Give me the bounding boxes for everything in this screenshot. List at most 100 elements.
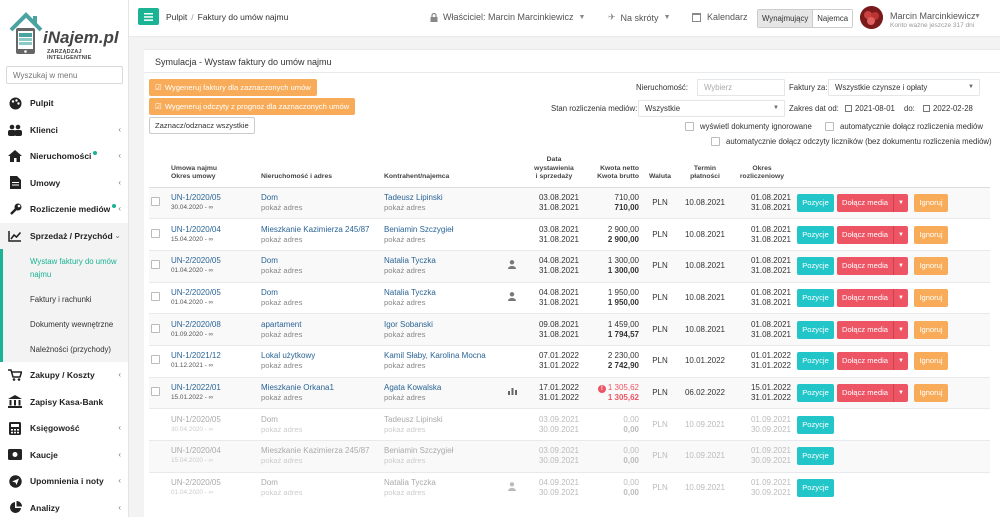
positions-button[interactable]: Pozycje xyxy=(797,447,834,466)
sidebar-item-a1[interactable]: Zapisy Kasa-Bank xyxy=(0,389,128,416)
attach-media-caret-icon[interactable]: ▼ xyxy=(893,288,908,307)
positions-button[interactable]: Pozycje xyxy=(797,225,834,244)
show-contractor-address-link[interactable]: pokaż adres xyxy=(384,456,425,465)
invoice-for-select[interactable]: Wszystkie czynsze i opłaty ▼ xyxy=(828,79,980,96)
attach-media-caret-icon[interactable]: ▼ xyxy=(893,320,908,339)
show-contractor-address-link[interactable]: pokaż adres xyxy=(384,235,425,244)
contract-link[interactable]: UN-1/2022/01 xyxy=(171,383,221,392)
menu-toggle-button[interactable] xyxy=(138,8,159,25)
header-dates[interactable]: Data wystawienia i sprzedaży xyxy=(527,156,581,188)
date-to-input[interactable]: 2022-02-28 xyxy=(923,104,973,113)
property-link[interactable]: Dom xyxy=(261,193,278,202)
property-link[interactable]: Dom xyxy=(261,256,278,265)
positions-button[interactable]: Pozycje xyxy=(797,257,834,276)
ignore-button[interactable]: Ignoruj xyxy=(914,383,948,402)
positions-button[interactable]: Pozycje xyxy=(797,383,834,402)
contract-link[interactable]: UN-1/2020/04 xyxy=(171,225,221,234)
header-property[interactable]: Nieruchomość i adres xyxy=(259,156,382,188)
ignore-button[interactable]: Ignoruj xyxy=(914,193,948,212)
header-currency[interactable]: Waluta xyxy=(641,156,679,188)
owner-dropdown[interactable]: Właściciel: Marcin Marcinkiewicz ▼ xyxy=(430,12,585,22)
attach-media-button[interactable]: Dołącz media xyxy=(837,352,893,371)
row-checkbox[interactable] xyxy=(151,323,160,333)
menu-search-input[interactable] xyxy=(6,66,123,84)
date-from-input[interactable]: 2021-08-01 xyxy=(845,104,895,113)
user-caret-icon[interactable]: ▼ xyxy=(974,13,981,20)
role-landlord-button[interactable]: Wynajmujący xyxy=(758,10,813,27)
breadcrumb-link-pulpit[interactable]: Pulpit xyxy=(166,12,187,22)
show-ignored-checkbox[interactable] xyxy=(685,122,694,131)
sidebar-subitem-2[interactable]: Dokumenty wewnętrzne xyxy=(3,312,128,337)
show-address-link[interactable]: pokaż adres xyxy=(261,361,302,370)
property-link[interactable]: Mieszkanie Orkana1 xyxy=(261,383,334,392)
show-contractor-address-link[interactable]: pokaż adres xyxy=(384,425,425,434)
show-address-link[interactable]: pokaż adres xyxy=(261,235,302,244)
attach-media-caret-icon[interactable]: ▼ xyxy=(893,257,908,276)
show-address-link[interactable]: pokaż adres xyxy=(261,488,302,497)
role-tenant-button[interactable]: Najemca xyxy=(812,10,853,27)
show-address-link[interactable]: pokaż adres xyxy=(261,456,302,465)
show-address-link[interactable]: pokaż adres xyxy=(261,298,302,307)
attach-media-caret-icon[interactable]: ▼ xyxy=(893,193,908,212)
positions-button[interactable]: Pozycje xyxy=(797,320,834,339)
sidebar-item-4[interactable]: Rozliczenie mediów ‹ xyxy=(0,196,128,223)
property-link[interactable]: Mieszkanie Kazimierza 245/87 xyxy=(261,446,370,455)
select-all-button[interactable]: Zaznacz/odznacz wszystkie xyxy=(149,117,255,134)
positions-button[interactable]: Pozycje xyxy=(797,193,834,212)
attach-media-button[interactable]: Dołącz media xyxy=(837,320,893,339)
contract-link[interactable]: UN-2/2020/08 xyxy=(171,320,221,329)
header-contractor[interactable]: Kontrahent/najemca xyxy=(382,156,497,188)
property-link[interactable]: Dom xyxy=(261,478,278,487)
header-amount[interactable]: Kwota netto Kwota brutto xyxy=(581,156,641,188)
property-link[interactable]: Dom xyxy=(261,288,278,297)
positions-button[interactable]: Pozycje xyxy=(797,352,834,371)
bar-chart-icon[interactable] xyxy=(507,387,517,396)
media-status-select[interactable]: Wszystkie ▼ xyxy=(638,100,785,117)
property-link[interactable]: apartament xyxy=(261,320,301,329)
generate-invoices-button[interactable]: ☑ Wygeneruj faktury dla zaznaczonych umów xyxy=(149,79,317,96)
calendar-link[interactable]: Kalendarz xyxy=(692,12,748,22)
sidebar-subitem-1[interactable]: Faktury i rachunki xyxy=(3,287,128,312)
sidebar-item-5[interactable]: Sprzedaż / Przychód ⌄ xyxy=(0,222,128,249)
row-checkbox[interactable] xyxy=(151,260,160,270)
contractor-link[interactable]: Natalia Tyczka xyxy=(384,478,436,487)
show-contractor-address-link[interactable]: pokaż adres xyxy=(384,330,425,339)
header-due[interactable]: Termin płatności xyxy=(679,156,731,188)
contractor-link[interactable]: Beniamin Szczygieł xyxy=(384,225,453,234)
sidebar-item-a5[interactable]: Analizy ‹ xyxy=(0,495,128,517)
sidebar-item-a4[interactable]: Upomnienia i noty ‹ xyxy=(0,468,128,495)
ignore-button[interactable]: Ignoruj xyxy=(914,257,948,276)
show-contractor-address-link[interactable]: pokaż adres xyxy=(384,488,425,497)
show-address-link[interactable]: pokaż adres xyxy=(261,203,302,212)
show-contractor-address-link[interactable]: pokaż adres xyxy=(384,393,425,402)
contractor-link[interactable]: Igor Sobanski xyxy=(384,320,433,329)
contract-link[interactable]: UN-1/2020/05 xyxy=(171,415,221,424)
user-name[interactable]: Marcin Marcinkiewicz xyxy=(890,11,976,21)
attach-media-button[interactable]: Dołącz media xyxy=(837,288,893,307)
generate-readings-button[interactable]: ☑ Wygeneruj odczyty z prognoz dla zaznacz… xyxy=(149,98,356,115)
contractor-link[interactable]: Kamil Słaby, Karolina Mocna xyxy=(384,351,486,360)
sidebar-subitem-3[interactable]: Należności (przychody) xyxy=(3,337,128,362)
contractor-link[interactable]: Tadeusz Lipinski xyxy=(384,415,443,424)
contract-link[interactable]: UN-1/2020/04 xyxy=(171,446,221,455)
sidebar-subitem-0[interactable]: Wystaw faktury do umów najmu xyxy=(3,249,128,287)
contractor-link[interactable]: Agata Kowalska xyxy=(384,383,441,392)
positions-button[interactable]: Pozycje xyxy=(797,288,834,307)
attach-media-caret-icon[interactable]: ▼ xyxy=(893,225,908,244)
contract-link[interactable]: UN-1/2020/05 xyxy=(171,193,221,202)
show-address-link[interactable]: pokaż adres xyxy=(261,330,302,339)
row-checkbox[interactable] xyxy=(151,196,160,206)
positions-button[interactable]: Pozycje xyxy=(797,479,834,498)
sidebar-item-a2[interactable]: Księgowość ‹ xyxy=(0,415,128,442)
header-period[interactable]: Okres rozliczeniowy xyxy=(731,156,793,188)
attach-media-button[interactable]: Dołącz media xyxy=(837,383,893,402)
row-checkbox[interactable] xyxy=(151,228,160,238)
attach-media-button[interactable]: Dołącz media xyxy=(837,257,893,276)
show-address-link[interactable]: pokaż adres xyxy=(261,393,302,402)
sidebar-item-2[interactable]: Nieruchomości ‹ xyxy=(0,143,128,170)
row-checkbox[interactable] xyxy=(151,291,160,301)
property-link[interactable]: Mieszkanie Kazimierza 245/87 xyxy=(261,225,370,234)
ignore-button[interactable]: Ignoruj xyxy=(914,288,948,307)
contract-link[interactable]: UN-2/2020/05 xyxy=(171,478,221,487)
attach-media-button[interactable]: Dołącz media xyxy=(837,193,893,212)
